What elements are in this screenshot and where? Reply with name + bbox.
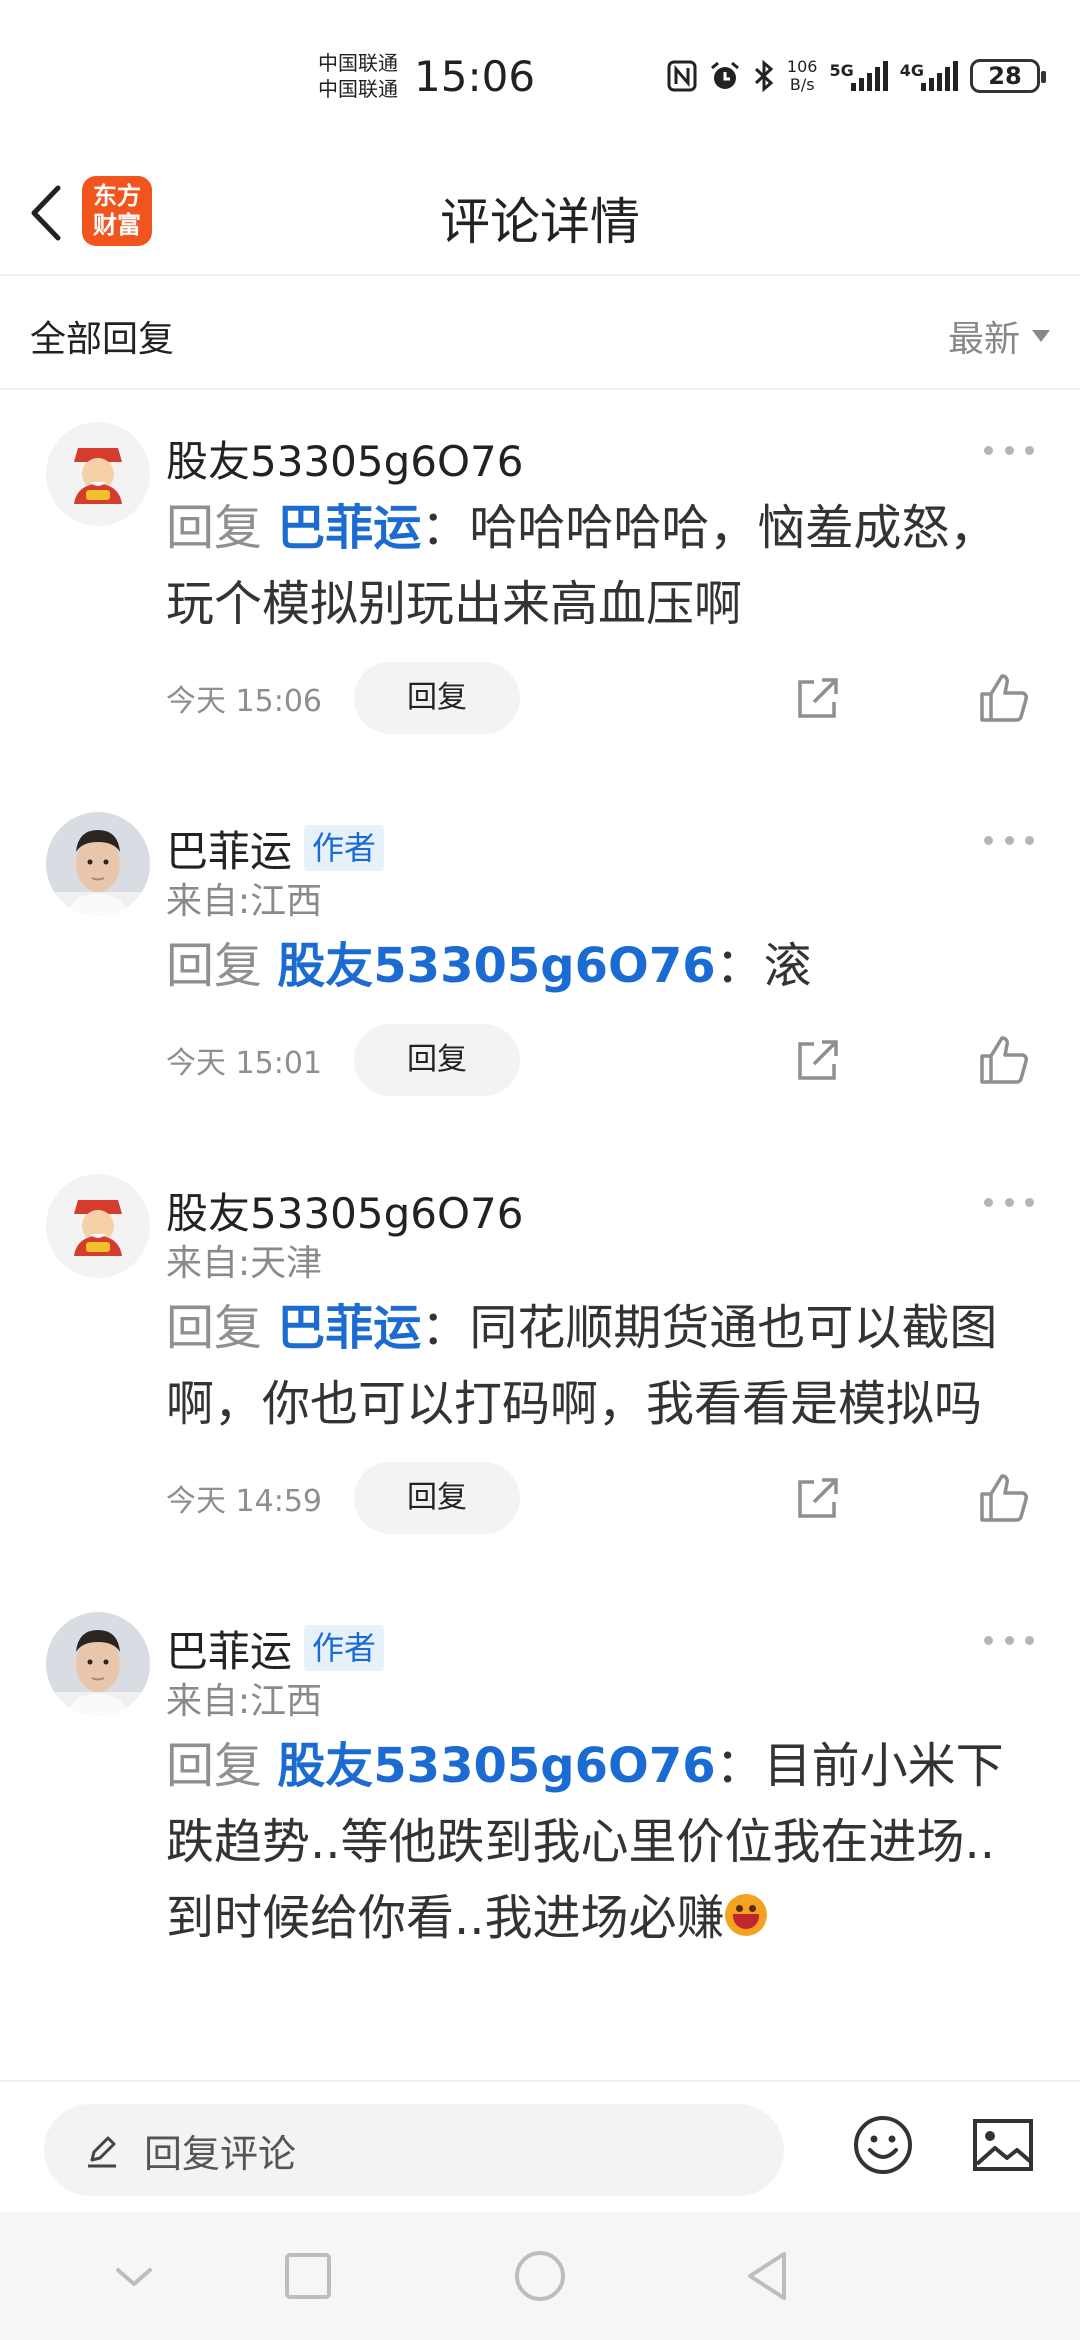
avatar[interactable] [46,422,150,526]
reply-input-placeholder: 回复评论 [144,2131,297,2176]
caret-down-icon [1032,330,1050,342]
reply-button[interactable]: 回复 [354,1462,520,1534]
status-icons: 106 B/s 5G 4G 28 [667,57,1046,94]
sort-dropdown[interactable]: 最新 [948,310,1050,362]
more-options-icon[interactable] [984,836,1034,850]
comment-item: 巴菲运 作者 来自:江西 回复 股友53305g6O76：目前小米下跌趋势..等… [0,1580,1080,2002]
author-badge: 作者 [304,1625,385,1671]
avatar[interactable] [46,812,150,916]
reply-comment-input[interactable]: 回复评论 [44,2104,784,2196]
net-speed: 106 B/s [786,57,818,94]
location-label: 来自:江西 [166,881,323,922]
nfc-icon [667,60,697,92]
comment-meta: 今天 15:01 回复 [166,1024,1052,1096]
username[interactable]: 巴菲运 [166,818,292,879]
signal-icon-5g: 5G [829,61,888,91]
triangle-back-icon[interactable] [738,2246,798,2306]
mention-link[interactable]: 巴菲运 [277,1300,421,1356]
location-label: 来自:江西 [166,1681,323,1722]
share-icon[interactable] [792,1036,842,1086]
more-options-icon[interactable] [984,446,1034,460]
thumbs-up-icon[interactable] [978,672,1030,724]
battery-icon: 28 [970,59,1046,93]
reply-input-bar: 回复评论 [0,2080,1080,2212]
app-logo[interactable]: 东方 财富 [82,176,152,246]
share-icon[interactable] [792,1474,842,1524]
avatar[interactable] [46,1612,150,1716]
avatar[interactable] [46,1174,150,1278]
comment-item: 股友53305g6O76 来自:天津 回复 巴菲运：同花顺期货通也可以截图啊，你… [0,1142,1080,1580]
chevron-down-icon[interactable] [104,2246,164,2306]
username[interactable]: 股友53305g6O76 [166,1180,524,1241]
system-nav-bar [0,2212,1080,2340]
signal-icon-4g: 4G [900,61,958,91]
reply-button[interactable]: 回复 [354,662,520,734]
carrier-2: 中国联通 [318,77,398,101]
comment-list: 股友53305g6O76 回复 巴菲运：哈哈哈哈哈，恼羞成怒，玩个模拟别玩出来高… [0,390,1080,2080]
thumbs-up-icon[interactable] [978,1034,1030,1086]
share-icon[interactable] [792,674,842,724]
bluetooth-icon [754,60,774,92]
alarm-icon [710,61,739,89]
more-options-icon[interactable] [984,1636,1034,1650]
timestamp: 今天 14:59 [166,1484,322,1519]
mention-link[interactable]: 股友53305g6O76 [277,1738,715,1794]
location-label: 来自:天津 [166,1243,323,1284]
pencil-icon [88,2136,116,2168]
status-time: 15:06 [414,52,536,101]
comment-meta: 今天 14:59 回复 [166,1462,1052,1534]
mention-link[interactable]: 股友53305g6O76 [277,938,715,994]
thumbs-up-icon[interactable] [978,1472,1030,1524]
page-title: 评论详情 [440,193,640,251]
author-badge: 作者 [304,825,385,871]
username[interactable]: 巴菲运 [166,1618,292,1679]
timestamp: 今天 15:01 [166,1046,322,1081]
comment-text: 回复 巴菲运：同花顺期货通也可以截图啊，你也可以打码啊，我看看是模拟吗 [166,1300,998,1432]
status-bar: 中国联通 中国联通 15:06 106 B/s 5G 4G 28 [0,0,1080,150]
image-icon[interactable] [972,2116,1034,2174]
timestamp: 今天 15:06 [166,684,322,719]
all-replies-label: 全部回复 [30,319,175,360]
grinning-emoji-icon [724,1894,767,1936]
square-icon[interactable] [278,2246,338,2306]
comment-text: 回复 股友53305g6O76：滚 [166,938,812,994]
comment-meta: 今天 15:06 回复 [166,662,1052,734]
smiley-icon[interactable] [852,2114,914,2176]
back-chevron-icon[interactable] [22,180,72,246]
app-header: 评论详情 东方 财富 [0,150,1080,276]
mention-link[interactable]: 巴菲运 [277,500,421,556]
comment-text: 回复 股友53305g6O76：目前小米下跌趋势..等他跌到我心里价位我在进场.… [166,1738,1004,1946]
carrier-labels: 中国联通 中国联通 [318,50,398,102]
comment-text: 回复 巴菲运：哈哈哈哈哈，恼羞成怒，玩个模拟别玩出来高血压啊 [166,500,998,632]
reply-button[interactable]: 回复 [354,1024,520,1096]
circle-icon[interactable] [510,2246,570,2306]
carrier-1: 中国联通 [318,51,398,75]
sort-label: 最新 [947,319,1020,360]
comment-item: 巴菲运 作者 来自:江西 回复 股友53305g6O76：滚 今天 15:01 … [0,780,1080,1142]
comment-item: 股友53305g6O76 回复 巴菲运：哈哈哈哈哈，恼羞成怒，玩个模拟别玩出来高… [0,390,1080,780]
username[interactable]: 股友53305g6O76 [166,428,524,489]
reply-filter-bar: 全部回复 最新 [0,276,1080,390]
more-options-icon[interactable] [984,1198,1034,1212]
